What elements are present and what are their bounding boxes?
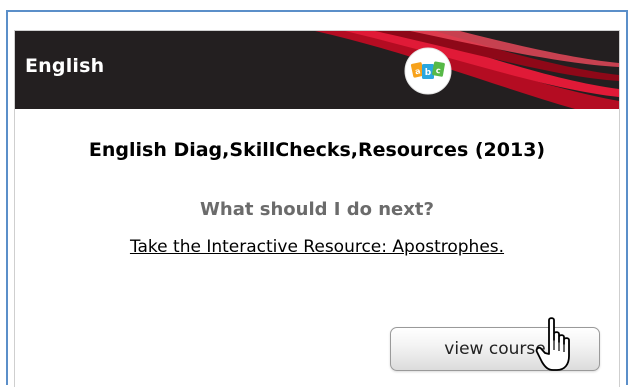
course-title: English Diag,SkillChecks,Resources (2013… — [88, 139, 546, 161]
subject-title: English — [25, 55, 105, 77]
course-banner: English a b c — [15, 31, 619, 109]
course-card: English a b c English Diag,SkillChecks,R… — [14, 30, 620, 387]
next-step-link[interactable]: Take the Interactive Resource: Apostroph… — [15, 237, 619, 257]
abc-blocks-icon: a b c — [404, 47, 452, 95]
svg-text:b: b — [425, 68, 432, 78]
red-swoosh-decoration — [315, 31, 619, 109]
next-step-question: What should I do next? — [200, 199, 434, 220]
hand-pointer-icon — [535, 317, 570, 371]
